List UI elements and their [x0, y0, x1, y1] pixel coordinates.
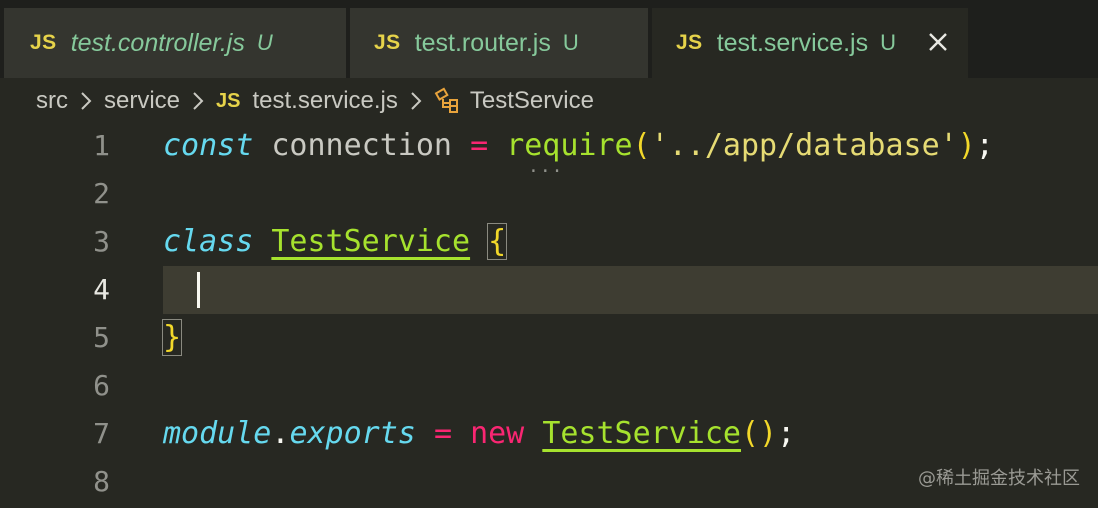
code-text: } [161, 314, 183, 362]
tab-test-service[interactable]: JS test.service.js U [652, 8, 968, 78]
matched-brace: { [487, 223, 508, 260]
code-line: 5 } [0, 314, 1098, 362]
code-line: 1 const connection = require('../app/dat… [0, 122, 1098, 177]
current-line-highlight [163, 266, 1098, 314]
matched-brace: } [161, 319, 183, 356]
tab-bar: JS test.controller.js U JS test.router.j… [0, 0, 1098, 78]
code-line: 2 [0, 170, 1098, 218]
code-editor[interactable]: 1 const connection = require('../app/dat… [0, 122, 1098, 508]
line-number: 8 [93, 465, 110, 498]
breadcrumb-item-symbol[interactable]: TestService [470, 87, 594, 115]
code-text: const connection = require('../app/datab… [163, 128, 994, 163]
chevron-right-icon [193, 92, 204, 110]
line-number: 4 [93, 273, 110, 306]
tab-label: test.service.js [716, 28, 869, 57]
js-file-icon: JS [374, 31, 401, 54]
line-number: 7 [93, 417, 110, 450]
chevron-right-icon [81, 92, 92, 110]
code-line-active: 4 [0, 266, 1098, 314]
code-line: 6 [0, 362, 1098, 410]
code-line: 7 module.exports = new TestService(); [0, 410, 1098, 458]
breadcrumb: src service JS test.service.js TestServi… [0, 78, 1098, 124]
watermark: @稀土掘金技术社区 [918, 468, 1080, 489]
tab-label: test.controller.js [70, 28, 245, 57]
js-file-icon: JS [30, 31, 57, 54]
breadcrumb-item-file[interactable]: test.service.js [253, 87, 398, 115]
line-number: 2 [93, 177, 110, 210]
line-number: 6 [93, 369, 110, 402]
code-text: module.exports = new TestService(); [163, 416, 796, 451]
breadcrumb-item-src[interactable]: src [36, 87, 68, 115]
breadcrumb-item-service[interactable]: service [104, 87, 180, 115]
tab-test-controller[interactable]: JS test.controller.js U [4, 8, 346, 78]
untracked-status: U [562, 30, 579, 55]
code-text: class TestService { [163, 223, 508, 260]
tab-label: test.router.js [414, 28, 551, 57]
js-file-icon: JS [676, 31, 703, 54]
line-number: 5 [93, 321, 110, 354]
untracked-status: U [256, 30, 273, 55]
tab-test-router[interactable]: JS test.router.js U [350, 8, 648, 78]
untracked-status: U [880, 30, 897, 55]
chevron-right-icon [411, 92, 422, 110]
code-line: 3 class TestService { [0, 218, 1098, 266]
text-cursor [197, 272, 200, 308]
class-symbol-icon [434, 87, 458, 113]
js-file-icon: JS [216, 89, 241, 112]
line-number: 3 [93, 225, 110, 258]
close-icon[interactable] [926, 30, 950, 54]
line-number: 1 [93, 129, 110, 162]
